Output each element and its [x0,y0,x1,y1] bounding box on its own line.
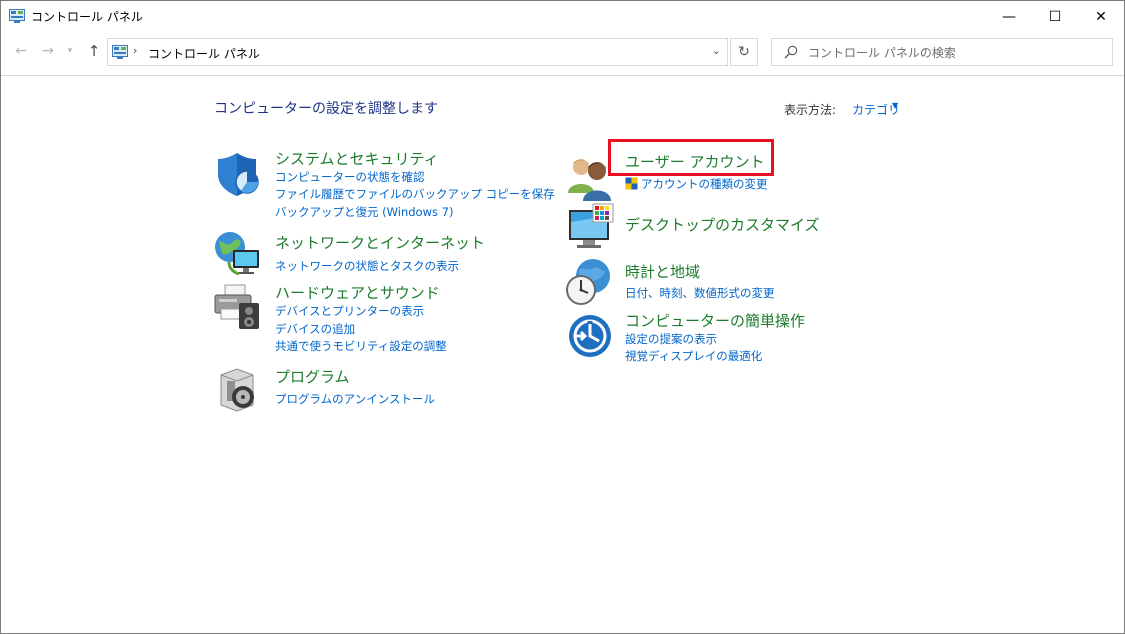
category-clock-region[interactable]: 時計と地域 [625,261,700,282]
category-desktop-customization[interactable]: デスクトップのカスタマイズ [625,214,820,235]
close-button[interactable]: ✕ [1078,1,1124,32]
category-network-internet[interactable]: ネットワークとインターネット [275,232,485,253]
link-change-date-time-format[interactable]: 日付、時刻、数値形式の変更 [625,285,775,301]
category-ease-of-access[interactable]: コンピューターの簡単操作 [625,310,805,331]
navigation-bar: ← → ▾ ↑ › コントロール パネル ⌄ ↻ [1,32,1124,76]
refresh-icon: ↻ [738,44,750,60]
view-by-caret-icon[interactable]: ▼ [892,101,898,110]
link-let-windows-suggest-settings[interactable]: 設定の提案の表示 [625,331,717,347]
refresh-button[interactable]: ↻ [730,38,758,66]
category-system-security[interactable]: システムとセキュリティ [275,148,439,169]
page-title: コンピューターの設定を調整します [214,101,438,117]
category-programs[interactable]: プログラム [275,366,350,387]
link-change-account-type[interactable]: アカウントの種類の変更 [641,176,768,192]
programs-disc-icon[interactable] [217,365,265,413]
arrow-up-icon: ↑ [87,42,101,60]
arrow-left-icon: ← [15,43,27,59]
recent-locations-button[interactable]: ▾ [63,40,77,62]
link-check-computer-status[interactable]: コンピューターの状態を確認 [275,169,425,185]
search-box[interactable] [771,38,1113,66]
up-button[interactable]: ↑ [84,40,104,62]
link-file-history-backup[interactable]: ファイル履歴でファイルのバックアップ コピーを保存 [275,186,555,202]
network-globe-icon[interactable] [213,230,261,278]
link-mobility-settings[interactable]: 共通で使うモビリティ設定の調整 [275,338,447,354]
desktop-personalization-icon[interactable] [567,202,615,250]
search-input[interactable] [808,43,1098,63]
link-add-device[interactable]: デバイスの追加 [275,321,355,337]
link-uninstall-program[interactable]: プログラムのアンインストール [275,391,435,407]
chevron-down-icon: ▾ [67,46,73,56]
address-bar[interactable]: › コントロール パネル ⌄ [107,38,728,66]
close-icon: ✕ [1095,8,1107,25]
shield-icon[interactable] [215,150,263,198]
control-panel-icon [9,9,25,23]
address-dropdown-icon[interactable]: ⌄ [712,44,721,57]
minimize-icon: — [1002,8,1016,25]
link-backup-restore[interactable]: バックアップと復元 (Windows 7) [275,204,453,220]
search-icon [784,45,798,59]
link-view-devices-printers[interactable]: デバイスとプリンターの表示 [275,303,424,319]
clock-globe-icon[interactable] [565,258,613,306]
category-user-accounts[interactable]: ユーザー アカウント [625,151,764,172]
maximize-icon: ☐ [1048,8,1062,25]
ease-of-access-icon[interactable] [567,313,615,361]
category-hardware-sound[interactable]: ハードウェアとサウンド [275,282,440,303]
control-panel-icon [112,45,128,59]
printer-icon[interactable] [213,283,261,331]
minimize-button[interactable]: — [986,1,1032,32]
link-optimize-visual-display[interactable]: 視覚ディスプレイの最適化 [625,348,762,364]
uac-shield-icon [625,177,638,190]
breadcrumb-control-panel[interactable]: コントロール パネル [148,45,260,62]
maximize-button[interactable]: ☐ [1032,1,1078,32]
back-button[interactable]: ← [11,40,31,62]
view-by-label: 表示方法: [784,103,837,117]
link-network-status-tasks[interactable]: ネットワークの状態とタスクの表示 [275,258,459,274]
title-bar: コントロール パネル — ☐ ✕ [1,1,1124,32]
forward-button[interactable]: → [38,40,58,62]
arrow-right-icon: → [42,43,54,59]
control-panel-window: コントロール パネル — ☐ ✕ ← → ▾ ↑ › コントロール パネル ⌄ … [0,0,1125,634]
window-title: コントロール パネル [31,10,143,24]
breadcrumb-separator-icon[interactable]: › [133,44,137,57]
